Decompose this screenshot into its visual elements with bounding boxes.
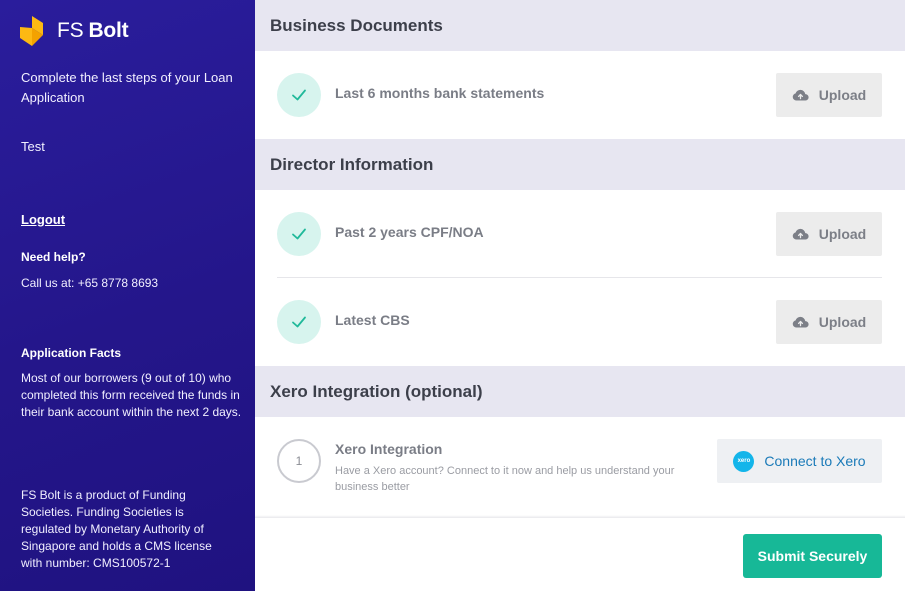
- check-icon: [292, 89, 306, 101]
- upload-button[interactable]: Upload: [776, 73, 882, 117]
- brand-logo: FS Bolt: [20, 16, 129, 46]
- upload-button-label: Upload: [818, 226, 867, 242]
- document-label: Last 6 months bank statements: [335, 85, 545, 101]
- sidebar-intro: Complete the last steps of your Loan App…: [21, 70, 233, 105]
- brand-product: Bolt: [88, 19, 129, 42]
- help-title: Need help?: [21, 250, 86, 264]
- footer-bar: Submit Securely: [255, 517, 905, 591]
- cloud-upload-icon: [792, 228, 809, 240]
- xero-item-description: Have a Xero account? Connect to it now a…: [335, 465, 675, 493]
- cloud-upload-icon: [792, 89, 809, 101]
- logout-link[interactable]: Logout: [21, 210, 241, 230]
- completed-badge: [277, 73, 321, 117]
- completed-badge: [277, 212, 321, 256]
- facts-text: Most of our borrowers (9 out of 10) who …: [21, 371, 242, 419]
- document-row-bank-statements: Last 6 months bank statements Upload: [255, 51, 905, 139]
- section-header-business: Business Documents: [255, 0, 905, 51]
- completed-badge: [277, 300, 321, 344]
- applicant-name: Test: [21, 139, 45, 154]
- upload-button[interactable]: Upload: [776, 300, 882, 344]
- sidebar: FS Bolt Complete the last steps of your L…: [0, 0, 255, 591]
- brand-prefix: FS: [57, 19, 84, 42]
- submit-securely-button[interactable]: Submit Securely: [743, 534, 882, 578]
- upload-button-label: Upload: [818, 314, 867, 330]
- upload-button[interactable]: Upload: [776, 212, 882, 256]
- xero-logo-icon: xero: [733, 450, 755, 472]
- fs-bolt-logo-icon: [20, 16, 43, 46]
- regulatory-footer: FS Bolt is a product of Funding Societie…: [21, 488, 212, 570]
- check-icon: [292, 228, 306, 240]
- section-header-xero: Xero Integration (optional): [255, 366, 905, 417]
- step-number-badge: 1: [277, 439, 321, 483]
- document-label: Latest CBS: [335, 312, 410, 328]
- connect-xero-label: Connect to Xero: [764, 453, 866, 469]
- connect-xero-button[interactable]: xero Connect to Xero: [717, 439, 882, 483]
- document-row-cpf-noa: Past 2 years CPF/NOA Upload: [255, 190, 905, 278]
- main-panel: Business Documents Last 6 months bank st…: [255, 0, 905, 591]
- document-row-latest-cbs: Latest CBS Upload: [255, 278, 905, 366]
- xero-integration-row: 1 Xero Integration Have a Xero account? …: [255, 417, 905, 505]
- document-label: Past 2 years CPF/NOA: [335, 224, 484, 240]
- upload-button-label: Upload: [818, 87, 867, 103]
- cloud-upload-icon: [792, 316, 809, 328]
- brand-name: FS Bolt: [57, 16, 129, 46]
- check-icon: [292, 316, 306, 328]
- facts-title: Application Facts: [21, 346, 122, 360]
- section-header-director: Director Information: [255, 139, 905, 190]
- xero-item-title: Xero Integration: [335, 441, 443, 457]
- help-phone: Call us at: +65 8778 8693: [21, 276, 159, 290]
